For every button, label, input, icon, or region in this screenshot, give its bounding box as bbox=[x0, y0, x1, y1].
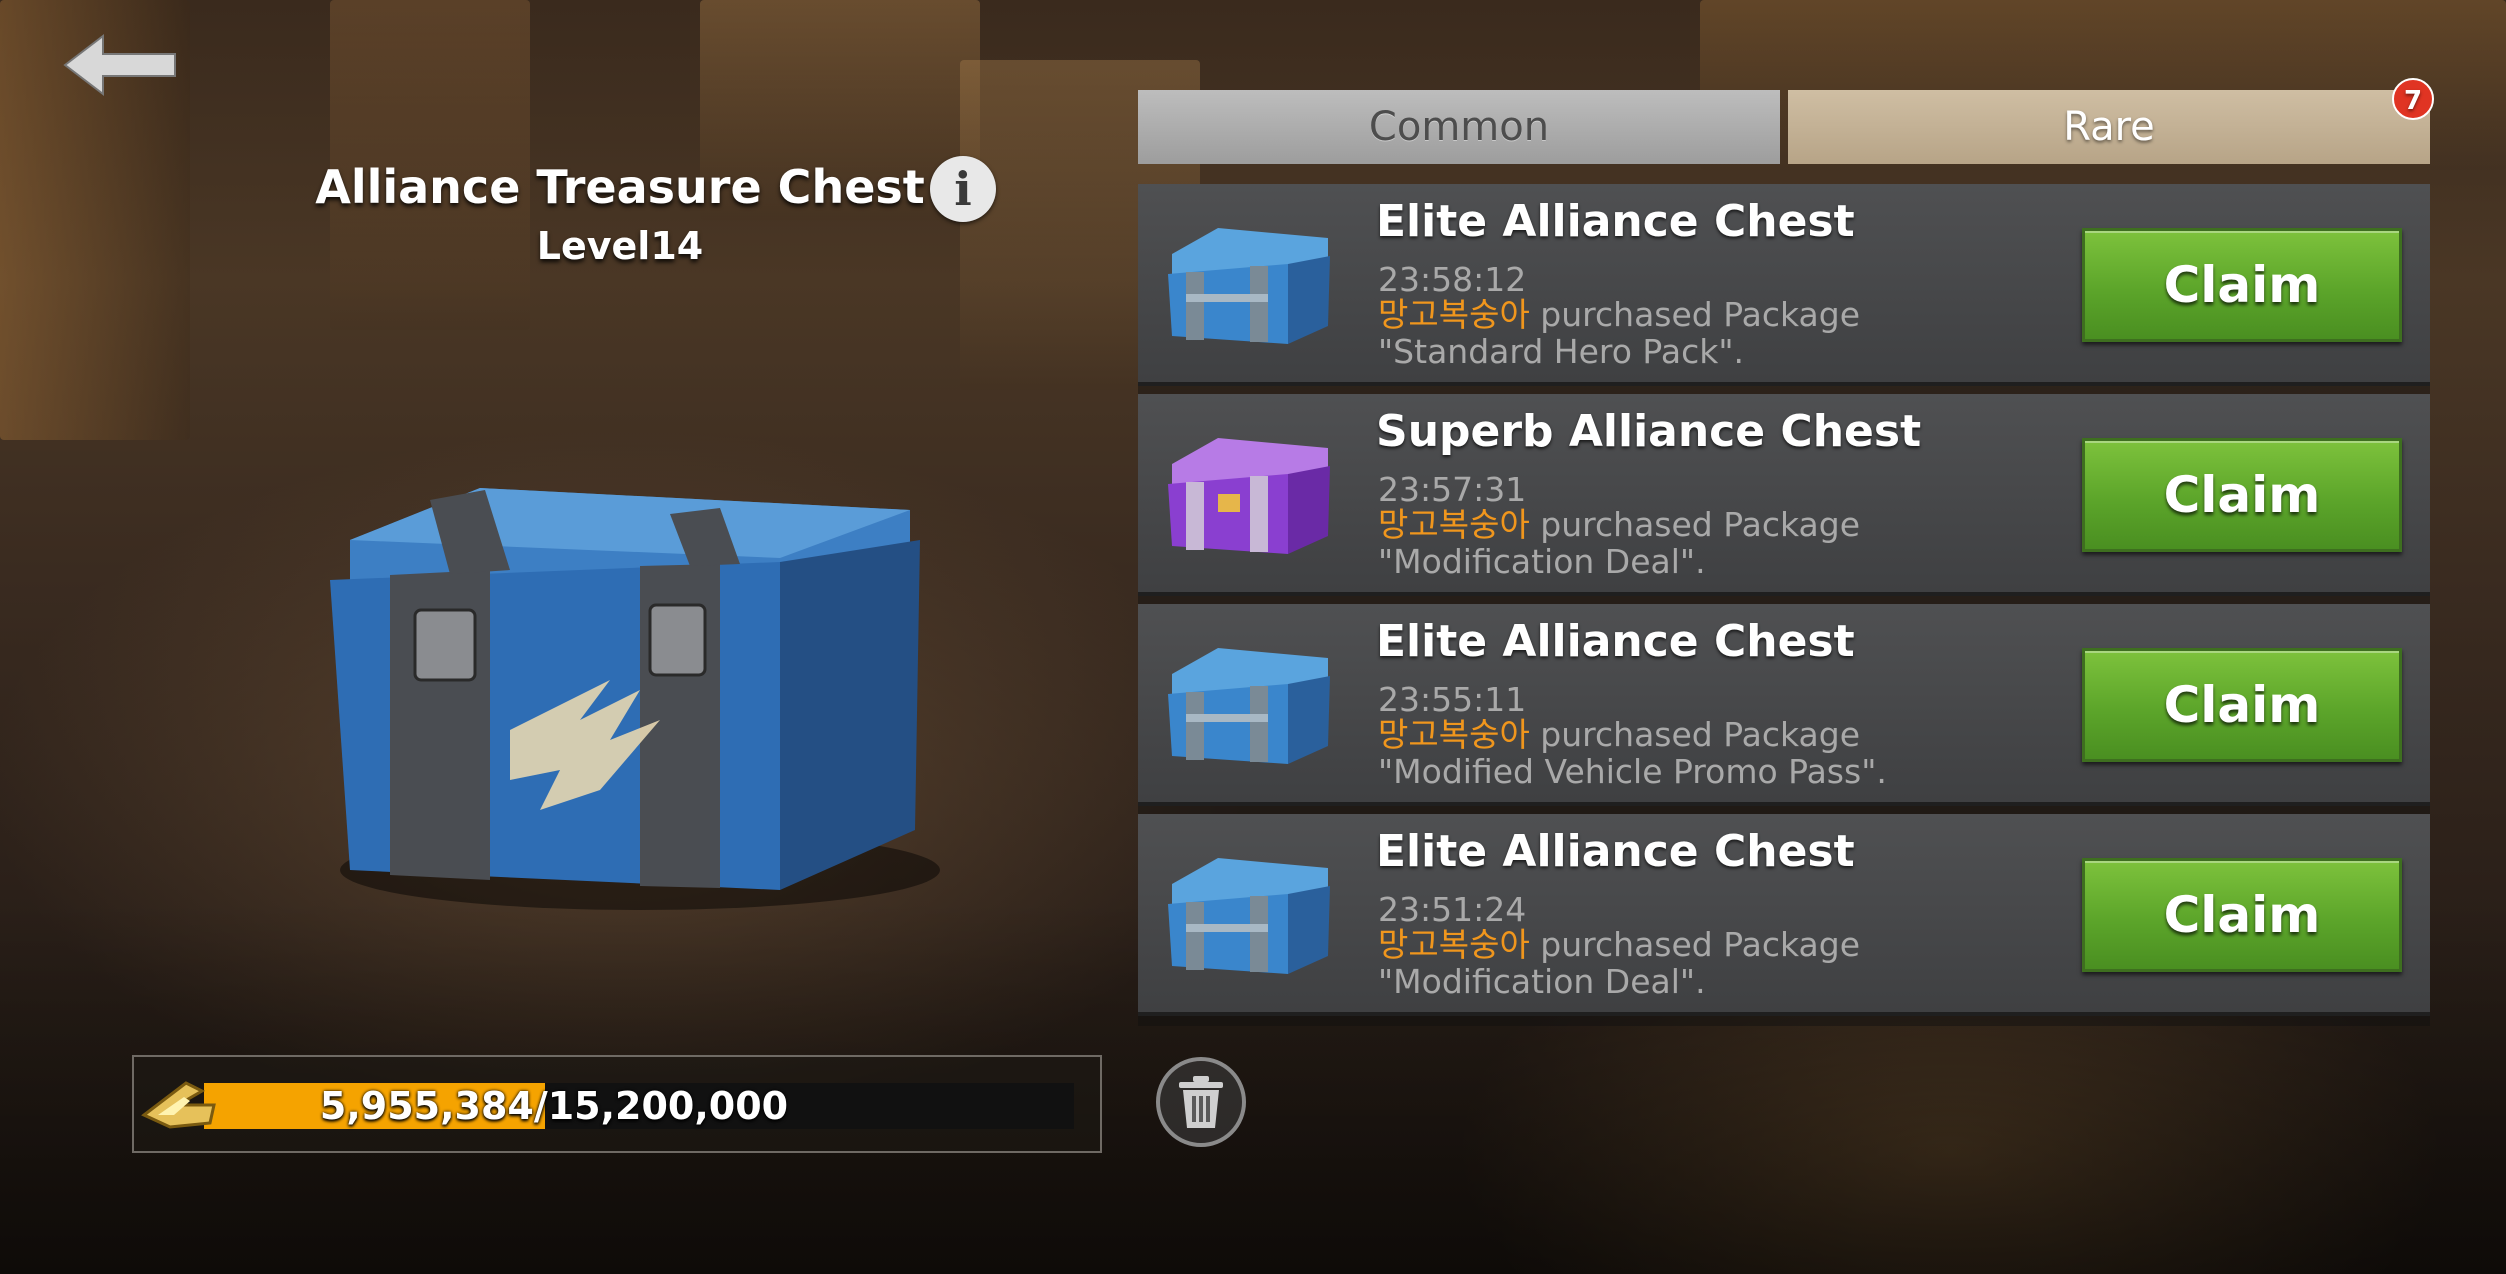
purchase-message: 망고복숭아 purchased Package "Standard Hero P… bbox=[1378, 296, 1860, 370]
claim-button[interactable]: Claim bbox=[2082, 648, 2402, 762]
progress-text: 5,955,384/15,200,000 bbox=[319, 1084, 789, 1128]
chest-tabs: Common Rare 7 bbox=[1138, 78, 2434, 164]
purchase-message: 망고복숭아 purchased Package "Modified Vehicl… bbox=[1378, 716, 1887, 790]
delete-button[interactable] bbox=[1156, 1057, 1246, 1147]
purple-chest-icon bbox=[1158, 424, 1338, 564]
chest-type-label: Elite Alliance Chest bbox=[1376, 196, 1855, 247]
notification-badge: 7 bbox=[2392, 78, 2434, 120]
player-name: 망고복숭아 bbox=[1378, 295, 1530, 334]
info-button[interactable]: i bbox=[930, 156, 996, 222]
timer-text: 23:57:31 bbox=[1378, 470, 1527, 509]
player-name: 망고복숭아 bbox=[1378, 925, 1530, 964]
purchase-action: purchased Package bbox=[1529, 715, 1861, 754]
package-name: "Modification Deal". bbox=[1378, 962, 1706, 1001]
chest-type-label: Elite Alliance Chest bbox=[1376, 826, 1855, 877]
package-name: "Standard Hero Pack". bbox=[1378, 332, 1744, 371]
list-item: Elite Alliance Chest 23:55:11 망고복숭아 purc… bbox=[1138, 604, 2430, 806]
timer-text: 23:58:12 bbox=[1378, 260, 1527, 299]
blue-chest-icon bbox=[1158, 634, 1338, 774]
tab-common[interactable]: Common bbox=[1138, 90, 1780, 164]
chest-name: Alliance Treasure Chest bbox=[315, 160, 925, 214]
list-item: Elite Alliance Chest 23:51:24 망고복숭아 purc… bbox=[1138, 814, 2430, 1016]
purchase-action: purchased Package bbox=[1529, 505, 1861, 544]
trash-icon bbox=[1179, 1076, 1223, 1128]
list-item: Superb Alliance Chest 23:57:31 망고복숭아 pur… bbox=[1138, 394, 2430, 596]
claim-button[interactable]: Claim bbox=[2082, 438, 2402, 552]
claim-button[interactable]: Claim bbox=[2082, 228, 2402, 342]
package-name: "Modification Deal". bbox=[1378, 542, 1706, 581]
back-arrow-icon bbox=[63, 33, 176, 97]
purchase-action: purchased Package bbox=[1529, 925, 1861, 964]
timer-text: 23:51:24 bbox=[1378, 890, 1527, 929]
package-name: "Modified Vehicle Promo Pass". bbox=[1378, 752, 1887, 791]
blue-chest-icon bbox=[1158, 844, 1338, 984]
claim-button[interactable]: Claim bbox=[2082, 858, 2402, 972]
player-name: 망고복숭아 bbox=[1378, 715, 1530, 754]
purchase-action: purchased Package bbox=[1529, 295, 1861, 334]
list-item: Elite Alliance Chest 23:58:12 망고복숭아 purc… bbox=[1138, 184, 2430, 386]
player-name: 망고복숭아 bbox=[1378, 505, 1530, 544]
chest-type-label: Superb Alliance Chest bbox=[1376, 406, 1922, 457]
alliance-chest-illustration bbox=[310, 470, 950, 910]
purchase-message: 망고복숭아 purchased Package "Modification De… bbox=[1378, 506, 1860, 580]
chest-type-label: Elite Alliance Chest bbox=[1376, 616, 1855, 667]
timer-text: 23:55:11 bbox=[1378, 680, 1527, 719]
tab-rare[interactable]: Rare 7 bbox=[1788, 78, 2434, 164]
back-button[interactable] bbox=[55, 30, 185, 100]
info-icon: i bbox=[954, 162, 972, 216]
purchase-message: 망고복숭아 purchased Package "Modification De… bbox=[1378, 926, 1860, 1000]
tab-rare-label: Rare bbox=[2063, 104, 2155, 150]
chest-level: Level14 bbox=[536, 224, 704, 268]
chest-title-block: Alliance Treasure Chest Level14 bbox=[280, 160, 960, 268]
blue-chest-icon bbox=[1158, 214, 1338, 354]
chest-progress-bar: 5,955,384/15,200,000 bbox=[132, 1055, 1102, 1153]
chest-list: Elite Alliance Chest 23:58:12 망고복숭아 purc… bbox=[1138, 184, 2430, 1026]
